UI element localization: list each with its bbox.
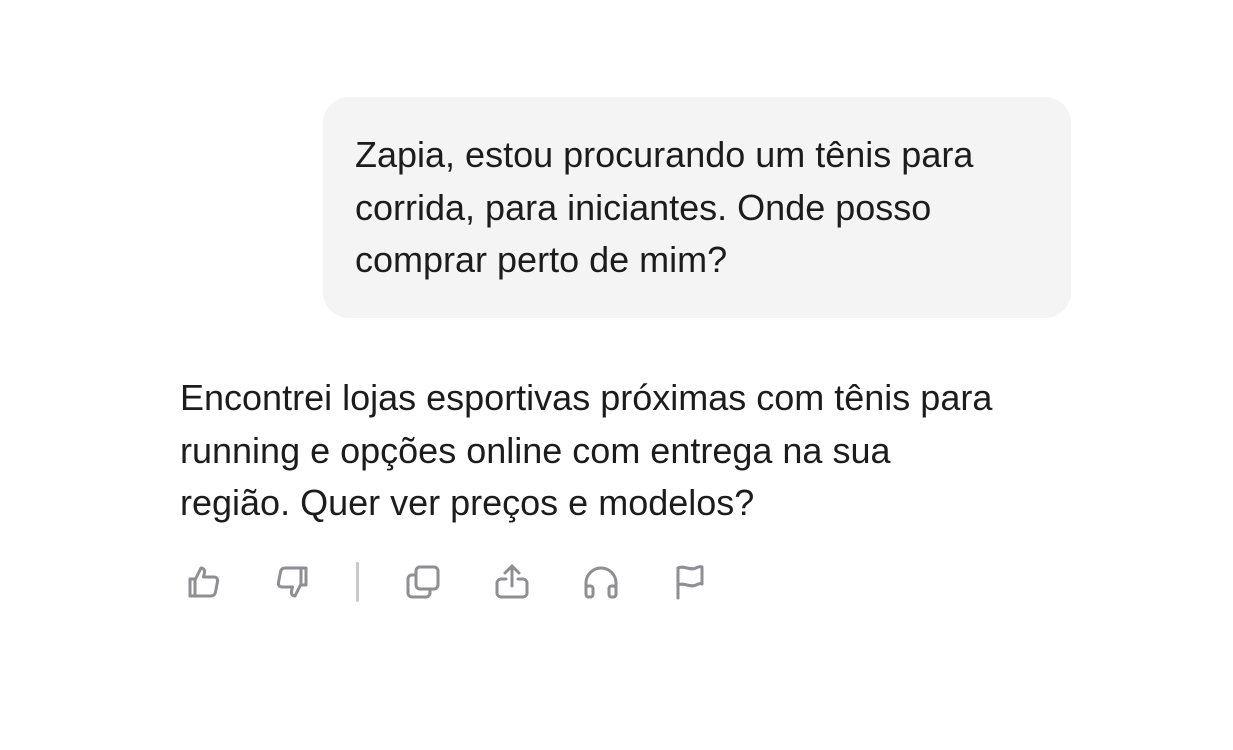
chat-thread: Zapia, estou procurando um tênis para co… [0, 0, 1233, 750]
report-button[interactable] [666, 556, 714, 608]
copy-button[interactable] [399, 556, 447, 608]
share-button[interactable] [488, 556, 536, 608]
dislike-button[interactable] [268, 556, 316, 608]
actions-divider [356, 562, 359, 602]
thumbs-up-icon [188, 566, 220, 598]
thumbs-down-icon [276, 566, 308, 598]
headphones-icon [584, 566, 618, 599]
message-actions-bar [180, 556, 740, 608]
copy-icon [406, 565, 440, 599]
user-message-text: Zapia, estou procurando um tênis para co… [355, 134, 974, 280]
like-button[interactable] [180, 556, 228, 608]
user-message-bubble: Zapia, estou procurando um tênis para co… [323, 97, 1071, 318]
assistant-message-text: Encontrei lojas esportivas próximas com … [180, 377, 993, 523]
flag-icon [676, 565, 704, 600]
share-icon [495, 564, 529, 599]
listen-button[interactable] [577, 556, 625, 608]
